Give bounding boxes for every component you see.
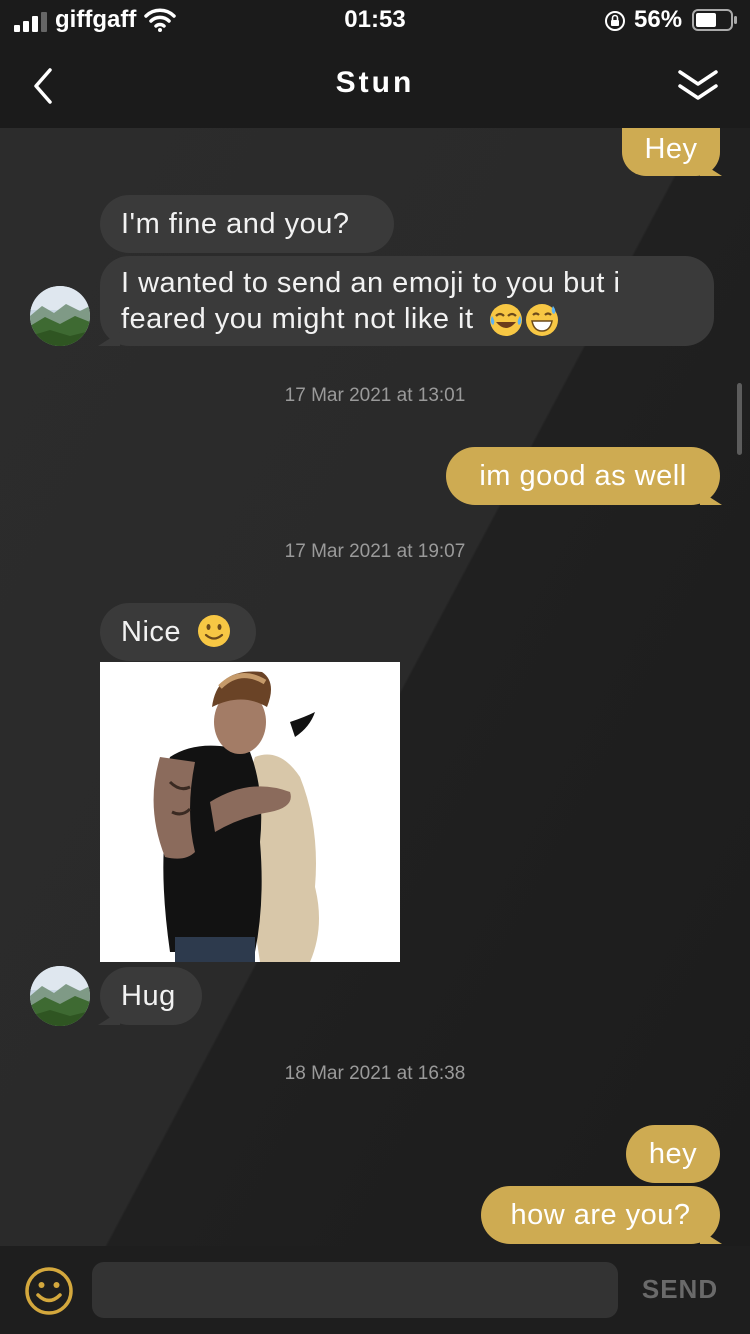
- timestamp: 17 Mar 2021 at 13:01: [284, 385, 466, 406]
- message-outgoing[interactable]: im good as well: [446, 447, 720, 505]
- message-text: im good as well: [479, 460, 687, 492]
- message-composer: SEND: [0, 1246, 750, 1334]
- landscape-avatar-image: [30, 966, 90, 1026]
- message-incoming[interactable]: I'm fine and you?: [100, 195, 394, 253]
- battery-percent: 56%: [634, 6, 683, 33]
- message-incoming[interactable]: Hug: [100, 967, 202, 1025]
- message-text-line: I wanted to send an emoji to you but i: [121, 267, 621, 299]
- message-text: how are you?: [510, 1199, 691, 1231]
- landscape-avatar-image: [30, 286, 90, 346]
- message-outgoing[interactable]: hey: [626, 1125, 720, 1183]
- status-bar: giffgaff 01:53 56%: [0, 0, 750, 44]
- tears-of-joy-emoji: [490, 304, 523, 337]
- scrollbar-thumb[interactable]: [737, 383, 742, 455]
- battery-icon: [692, 9, 737, 31]
- timestamp: 17 Mar 2021 at 19:07: [284, 541, 466, 562]
- smiley-icon[interactable]: [24, 1266, 74, 1316]
- message-input[interactable]: [92, 1262, 618, 1318]
- orientation-lock-icon: [605, 11, 625, 31]
- grinning-sweat-emoji: [526, 304, 559, 337]
- message-incoming[interactable]: I wanted to send an emoji to you but i f…: [100, 256, 714, 346]
- message-outgoing[interactable]: Hey: [622, 128, 720, 176]
- message-text: Hey: [644, 133, 698, 165]
- timestamp: 18 Mar 2021 at 16:38: [284, 1063, 466, 1084]
- message-text: Nice: [121, 616, 182, 648]
- avatar[interactable]: [30, 966, 90, 1026]
- message-text: I'm fine and you?: [121, 208, 350, 240]
- chat-header: Stun: [0, 44, 750, 128]
- message-text: Hug: [121, 980, 176, 1012]
- slightly-smiling-emoji: [197, 615, 230, 648]
- chat-title[interactable]: Stun: [0, 66, 750, 100]
- avatar[interactable]: [30, 286, 90, 346]
- hug-photo[interactable]: [100, 662, 400, 962]
- message-text: hey: [648, 1138, 698, 1170]
- hug-image: [100, 662, 400, 962]
- message-text-line: feared you might not like it: [121, 303, 474, 335]
- double-chevron-down-icon[interactable]: [676, 66, 720, 106]
- send-button[interactable]: SEND: [630, 1274, 730, 1305]
- message-outgoing[interactable]: how are you?: [481, 1186, 720, 1244]
- message-incoming[interactable]: Nice: [100, 603, 256, 661]
